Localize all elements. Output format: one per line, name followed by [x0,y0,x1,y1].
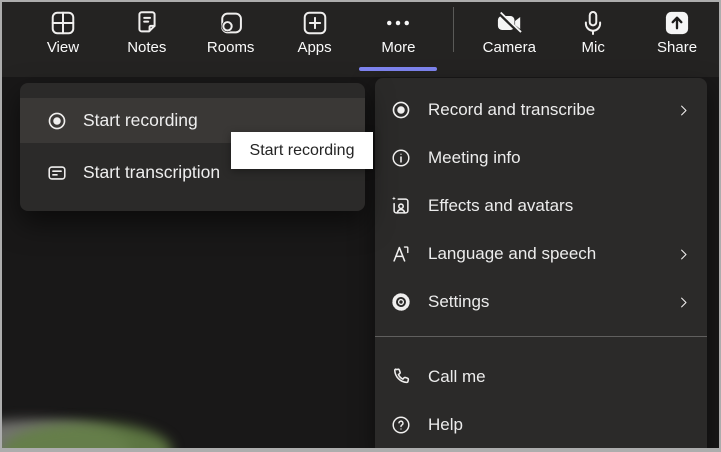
microphone-icon [579,9,607,37]
submenu-item-label: Start recording [83,110,198,131]
menu-item-settings[interactable]: Settings [375,278,707,326]
toolbar-divider [453,7,454,52]
toolbar-button-rooms[interactable]: Rooms [189,2,273,77]
more-active-underline [359,67,437,71]
grid-view-icon [49,9,77,37]
menu-item-label: Meeting info [428,148,691,168]
chevron-right-icon [676,247,691,262]
toolbar-button-camera[interactable]: Camera [467,2,551,77]
toolbar-label-view: View [47,39,79,57]
chevron-right-icon [676,103,691,118]
menu-item-language-and-speech[interactable]: Language and speech [375,230,707,278]
effects-avatars-icon [390,195,412,217]
record-icon [390,99,412,121]
toolbar-label-rooms: Rooms [207,39,255,57]
apps-plus-icon [301,9,329,37]
call-phone-icon [390,366,412,388]
tooltip-text: Start recording [250,142,355,160]
menu-item-label: Call me [428,367,691,387]
menu-item-effects-and-avatars[interactable]: Effects and avatars [375,182,707,230]
camera-off-icon [495,9,523,37]
toolbar-label-share: Share [657,39,697,57]
more-ellipsis-icon [384,9,412,37]
language-icon [390,243,412,265]
menu-item-meeting-info[interactable]: Meeting info [375,134,707,182]
notes-icon [133,9,161,37]
transcript-icon [46,162,68,184]
menu-item-call-me[interactable]: Call me [375,353,707,401]
toolbar-button-apps[interactable]: Apps [273,2,357,77]
toolbar-button-view[interactable]: View [21,2,105,77]
record-icon [46,110,68,132]
toolbar-label-more: More [381,39,415,57]
menu-item-label: Language and speech [428,244,660,264]
menu-section-secondary: Call me Help [375,337,707,449]
help-icon [390,414,412,436]
toolbar-label-camera: Camera [483,39,536,57]
more-menu: Record and transcribe Meeting info Effec… [375,78,707,448]
blurred-video-background [2,420,132,448]
teams-meeting-window: View Notes Rooms Apps [0,0,721,452]
toolbar-button-share[interactable]: Share [635,2,719,77]
toolbar-button-notes[interactable]: Notes [105,2,189,77]
submenu-item-label: Start transcription [83,162,220,183]
toolbar-button-more[interactable]: More [357,2,441,77]
meeting-toolbar: View Notes Rooms Apps [2,2,719,77]
share-arrow-icon [663,9,691,37]
menu-item-label: Settings [428,292,660,312]
menu-item-help[interactable]: Help [375,401,707,449]
start-recording-tooltip: Start recording [231,132,373,169]
menu-item-label: Record and transcribe [428,100,660,120]
toolbar-label-mic: Mic [582,39,605,57]
blurred-video-background-green [2,422,172,448]
chevron-right-icon [676,295,691,310]
toolbar-button-mic[interactable]: Mic [551,2,635,77]
info-icon [390,147,412,169]
settings-gear-icon [390,291,412,313]
toolbar-label-apps: Apps [297,39,331,57]
menu-item-label: Help [428,415,691,435]
rooms-icon [217,9,245,37]
toolbar-label-notes: Notes [127,39,166,57]
menu-item-label: Effects and avatars [428,196,691,216]
menu-item-record-and-transcribe[interactable]: Record and transcribe [375,86,707,134]
